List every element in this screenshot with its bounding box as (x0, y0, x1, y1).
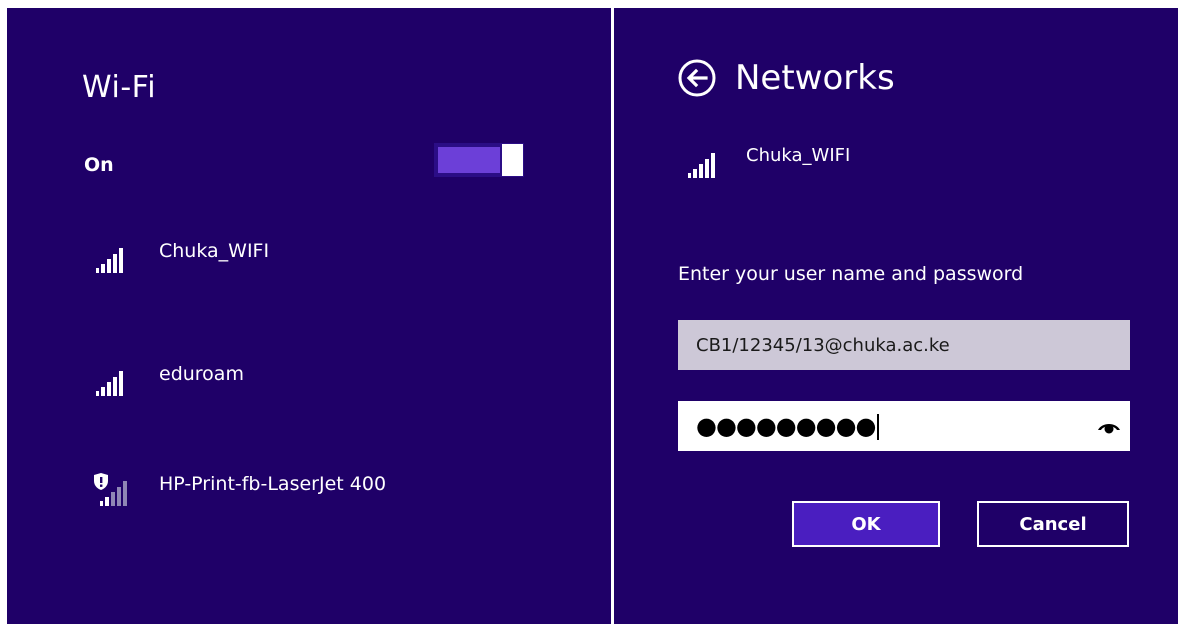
network-name: HP-Print-fb-LaserJet 400 (159, 473, 387, 495)
wifi-title: Wi-Fi (82, 70, 157, 105)
wifi-toggle-track (438, 147, 500, 173)
network-name: eduroam (159, 363, 244, 385)
password-field[interactable]: ●●●●●●●●● (696, 412, 880, 440)
password-field-container[interactable]: ●●●●●●●●● (678, 401, 1130, 451)
eye-icon[interactable] (1096, 414, 1122, 438)
cancel-button[interactable]: Cancel (977, 501, 1129, 547)
username-field[interactable] (678, 320, 1130, 370)
network-item-hp-print[interactable]: HP-Print-fb-LaserJet 400 (92, 473, 492, 513)
credentials-prompt: Enter your user name and password (678, 263, 1024, 285)
network-name: Chuka_WIFI (159, 240, 270, 262)
password-mask: ●●●●●●●●● (696, 412, 876, 440)
networks-panel: Networks Chuka_WIFI Enter your user name… (614, 8, 1178, 624)
selected-network-name: Chuka_WIFI (746, 145, 851, 166)
network-item-chuka-wifi[interactable]: Chuka_WIFI (92, 240, 492, 280)
signal-full-icon (688, 153, 715, 178)
signal-full-icon (96, 371, 123, 396)
text-caret (877, 414, 880, 440)
wifi-panel: Wi-Fi On Chuka_WIFI eduroam HP-Print-fb-… (7, 8, 611, 624)
network-item-eduroam[interactable]: eduroam (92, 363, 492, 403)
wifi-toggle[interactable] (434, 143, 524, 177)
signal-full-icon (96, 248, 123, 273)
ok-button[interactable]: OK (792, 501, 940, 547)
selected-network: Chuka_WIFI (684, 145, 984, 185)
signal-weak-shield-icon (94, 473, 127, 506)
networks-title: Networks (735, 58, 895, 98)
wifi-toggle-thumb[interactable] (502, 144, 523, 176)
wifi-toggle-label: On (84, 154, 114, 176)
back-arrow-icon[interactable] (677, 58, 717, 98)
